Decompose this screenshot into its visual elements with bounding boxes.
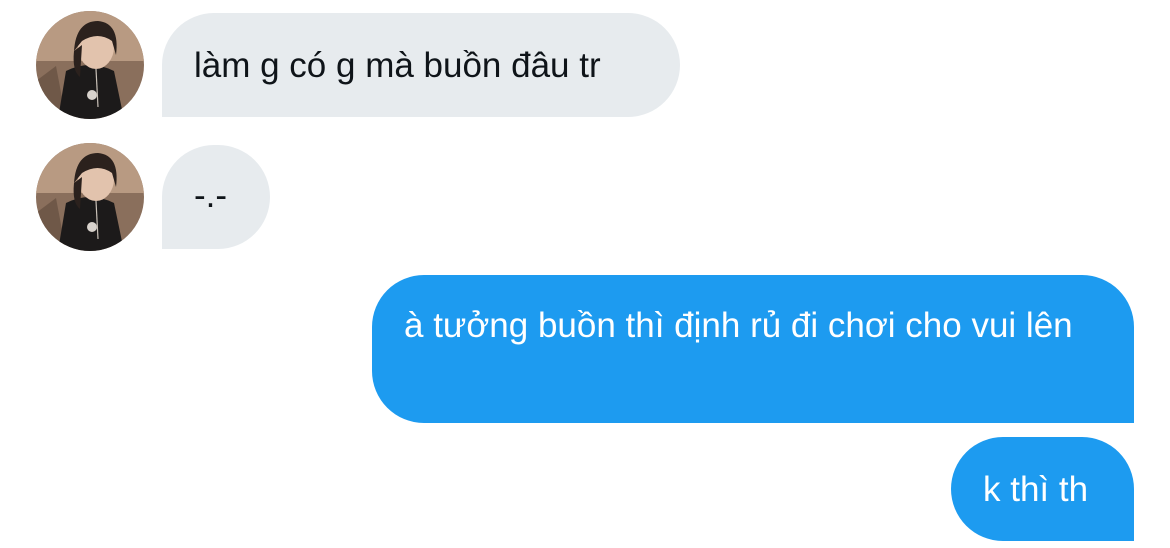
- sender-avatar[interactable]: [36, 11, 144, 119]
- avatar-photo-icon: [36, 11, 144, 119]
- message-bubble-outgoing[interactable]: k thì th: [951, 437, 1134, 541]
- message-text: -.-: [194, 176, 228, 215]
- message-bubble-incoming[interactable]: -.-: [162, 145, 270, 249]
- sender-avatar[interactable]: [36, 143, 144, 251]
- message-bubble-outgoing[interactable]: à tưởng buồn thì định rủ đi chơi cho vui…: [372, 275, 1134, 423]
- avatar-photo-icon: [36, 143, 144, 251]
- chat-thread: làm g có g mà buồn đâu tr -.- à tưởng bu…: [0, 0, 1170, 548]
- message-text: k thì th: [983, 470, 1089, 509]
- message-text: à tưởng buồn thì định rủ đi chơi cho vui…: [404, 306, 1073, 345]
- message-bubble-incoming[interactable]: làm g có g mà buồn đâu tr: [162, 13, 680, 117]
- message-text: làm g có g mà buồn đâu tr: [194, 46, 601, 85]
